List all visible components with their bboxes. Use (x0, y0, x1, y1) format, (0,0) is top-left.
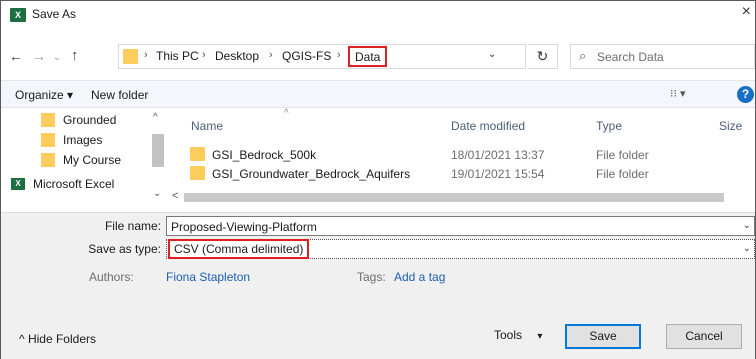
search-input[interactable]: ⌕ Search Data (570, 44, 755, 69)
list-item[interactable]: GSI_Bedrock_500k 18/01/2021 13:37 File f… (170, 145, 755, 164)
command-toolbar: Organize ▾ New folder ⁝⁝ ▾ ? (1, 80, 755, 108)
nav-item-label: My Course (63, 153, 122, 167)
breadcrumb-data[interactable]: Data (348, 46, 388, 67)
breadcrumb-separator: › (337, 49, 341, 61)
chevron-down-icon[interactable]: ⌄ (743, 220, 751, 231)
nav-item-label: Grounded (63, 113, 117, 127)
scrollbar-thumb[interactable] (152, 134, 164, 167)
folder-icon (41, 133, 55, 147)
save-form: File name: Proposed-Viewing-Platform ⌄ S… (1, 212, 755, 359)
breadcrumb-desktop[interactable]: Desktop (215, 49, 259, 63)
refresh-icon[interactable]: ↻ (528, 44, 558, 69)
cancel-button[interactable]: Cancel (666, 324, 742, 349)
folder-icon (123, 49, 138, 64)
hide-folders-button[interactable]: ^ Hide Folders (19, 332, 96, 346)
dialog-body: ← → ⌄ ↑ › This PC › Desktop › QGIS-FS › … (0, 28, 756, 359)
file-date: 19/01/2021 15:54 (451, 167, 545, 181)
up-arrow-icon[interactable]: ↑ (71, 47, 79, 64)
tools-label: Tools (494, 328, 523, 342)
horizontal-scrollbar[interactable]: < (170, 190, 755, 204)
column-header-size[interactable]: Size (719, 119, 742, 133)
back-arrow-icon[interactable]: ← (9, 48, 23, 64)
save-type-select[interactable]: CSV (Comma delimited) ⌄ (166, 239, 755, 259)
help-icon[interactable]: ? (737, 86, 754, 103)
save-type-label: Save as type: (88, 242, 161, 256)
add-tag-link[interactable]: Add a tag (394, 270, 445, 284)
file-type: File folder (596, 167, 649, 181)
folder-icon (190, 166, 205, 180)
save-button[interactable]: Save (565, 324, 641, 349)
organize-button[interactable]: Organize ▾ (15, 88, 73, 102)
authors-value[interactable]: Fiona Stapleton (166, 270, 250, 284)
recent-locations-chevron-icon[interactable]: ⌄ (53, 52, 61, 63)
chevron-down-icon: ▾ (537, 331, 543, 342)
search-placeholder: Search Data (597, 50, 664, 64)
file-name-label: File name: (104, 219, 161, 233)
scroll-left-icon[interactable]: < (172, 190, 178, 202)
file-name: GSI_Groundwater_Bedrock_Aquifers (212, 167, 411, 181)
breadcrumb-this-pc[interactable]: This PC (156, 49, 199, 63)
column-header-date-modified[interactable]: Date modified (451, 119, 525, 133)
title-bar: X Save As × (0, 0, 756, 28)
address-bar[interactable]: › This PC › Desktop › QGIS-FS › Data ⌄ (118, 44, 526, 69)
folder-icon (41, 153, 55, 167)
view-options-icon[interactable]: ⁝⁝ ▾ (670, 87, 686, 100)
address-dropdown-icon[interactable]: ⌄ (488, 49, 496, 60)
window-title: Save As (32, 7, 77, 21)
close-icon[interactable]: × (742, 3, 751, 21)
folder-icon (41, 113, 55, 127)
column-header-type[interactable]: Type (596, 119, 622, 133)
tools-button[interactable]: Tools ▾ (494, 328, 542, 342)
file-name-value: Proposed-Viewing-Platform (171, 220, 317, 234)
list-item[interactable]: GSI_Groundwater_Bedrock_Aquifers 19/01/2… (170, 164, 755, 183)
breadcrumb-separator: › (144, 49, 148, 61)
file-name-field[interactable]: Proposed-Viewing-Platform ⌄ (166, 216, 755, 236)
column-header-name[interactable]: Name (191, 119, 223, 133)
authors-label: Authors: (89, 270, 134, 284)
tags-label: Tags: (357, 270, 386, 284)
file-date: 18/01/2021 13:37 (451, 148, 545, 162)
forward-arrow-icon[interactable]: → (32, 48, 46, 64)
navigation-pane: Grounded Images My Course X Microsoft Ex… (1, 112, 169, 198)
navigation-bar: ← → ⌄ ↑ › This PC › Desktop › QGIS-FS › … (1, 28, 755, 84)
nav-item-label: Images (63, 133, 103, 147)
search-icon: ⌕ (579, 48, 587, 63)
sort-caret-icon: ^ (284, 108, 289, 119)
excel-icon: X (10, 8, 26, 22)
scroll-up-icon[interactable]: ^ (153, 112, 158, 123)
scroll-down-icon[interactable]: ⌄ (153, 188, 161, 199)
file-type: File folder (596, 148, 649, 162)
chevron-down-icon[interactable]: ⌄ (743, 243, 751, 254)
nav-pane-scrollbar[interactable]: ^ ⌄ (150, 112, 166, 202)
scrollbar-thumb[interactable] (184, 193, 724, 202)
file-name: GSI_Bedrock_500k (212, 148, 317, 162)
excel-icon: X (11, 178, 25, 190)
breadcrumb-qgis-fs[interactable]: QGIS-FS (282, 49, 331, 63)
breadcrumb-separator: › (202, 49, 206, 61)
save-type-value: CSV (Comma delimited) (168, 239, 310, 259)
new-folder-button[interactable]: New folder (91, 88, 148, 102)
breadcrumb-separator: › (269, 49, 273, 61)
folder-icon (190, 147, 205, 161)
nav-item-label: Microsoft Excel (33, 177, 115, 191)
